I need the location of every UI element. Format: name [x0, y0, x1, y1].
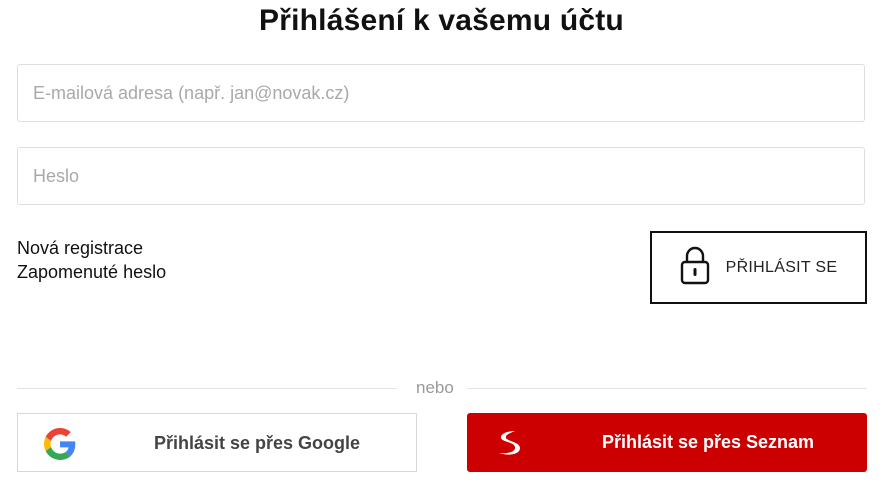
seznam-login-label: Přihlásit se přes Seznam [601, 432, 815, 452]
login-button-label: PŘIHLÁSIT SE [725, 258, 838, 276]
password-input[interactable] [18, 148, 864, 204]
divider-line-left [17, 388, 397, 389]
login-button[interactable]: PŘIHLÁSIT SE [650, 231, 867, 304]
google-login-label: Přihlásit se přes Google [153, 433, 361, 453]
account-links: Nová registrace Zapomenuté heslo [17, 236, 166, 284]
seznam-login-button[interactable]: Přihlásit se přes Seznam [467, 413, 867, 472]
divider-text: nebo [416, 378, 454, 397]
page-title: Přihlášení k vašemu účtu [259, 4, 624, 37]
password-field[interactable] [17, 147, 865, 205]
register-link[interactable]: Nová registrace [17, 236, 166, 260]
google-login-button[interactable]: Přihlásit se přes Google [17, 413, 417, 472]
forgot-password-link[interactable]: Zapomenuté heslo [17, 260, 166, 284]
email-field[interactable] [17, 64, 865, 122]
email-input[interactable] [18, 65, 864, 121]
lock-icon [680, 245, 710, 290]
or-divider: nebo [17, 378, 867, 398]
divider-line-right [467, 388, 867, 389]
